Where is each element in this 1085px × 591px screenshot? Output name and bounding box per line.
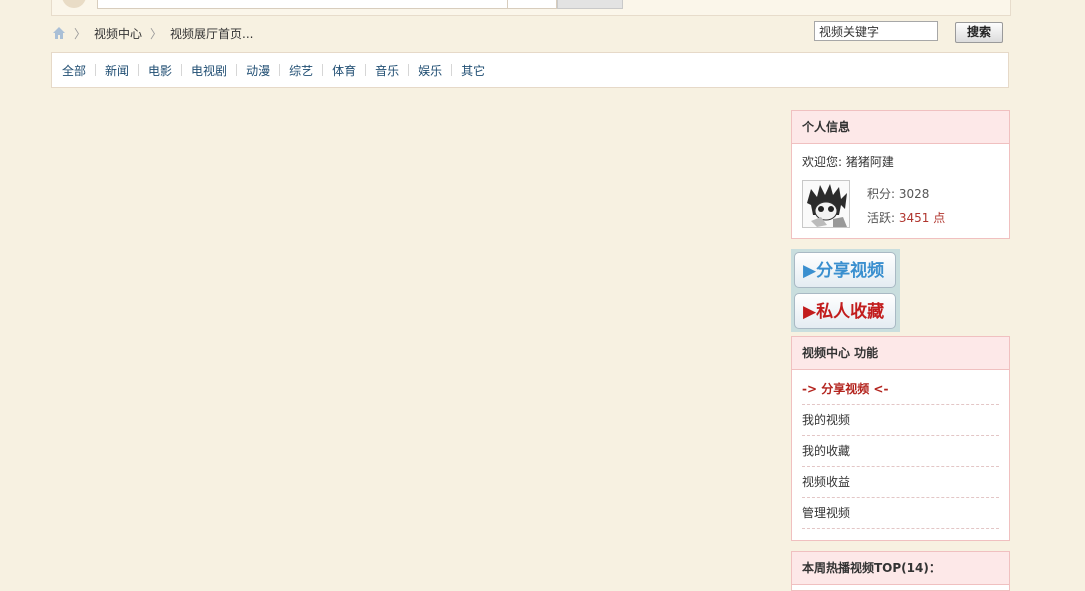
breadcrumb: 〉 视频中心 〉 视频展厅首页... xyxy=(52,24,254,42)
category-divider xyxy=(451,64,453,76)
function-my-favorites[interactable]: 我的收藏 xyxy=(802,436,999,467)
avatar[interactable] xyxy=(802,180,850,228)
search-button[interactable]: 搜索 xyxy=(955,22,1003,43)
top-videos-panel: 本周热播视频TOP(14)： xyxy=(791,551,1010,591)
category-tv-series[interactable]: 电视剧 xyxy=(191,62,227,79)
activity-label: 活跃: xyxy=(867,211,899,225)
category-entertainment[interactable]: 娱乐 xyxy=(418,62,442,79)
breadcrumb-separator: 〉 xyxy=(74,26,87,41)
top-header-strip xyxy=(51,0,1011,16)
category-other[interactable]: 其它 xyxy=(461,62,485,79)
home-icon[interactable] xyxy=(52,26,66,40)
action-buttons: ▶分享视频 ▶私人收藏 xyxy=(791,249,900,332)
category-sports[interactable]: 体育 xyxy=(332,62,356,79)
category-anime[interactable]: 动漫 xyxy=(246,62,270,79)
points-label: 积分: xyxy=(867,187,899,201)
profile-panel-title: 个人信息 xyxy=(792,111,1009,144)
function-manage-videos[interactable]: 管理视频 xyxy=(802,498,999,529)
category-divider xyxy=(95,64,97,76)
search-input[interactable] xyxy=(814,21,938,41)
category-nav: 全部 新闻 电影 电视剧 动漫 综艺 体育 音乐 娱乐 其它 xyxy=(51,52,1009,88)
functions-panel: 视频中心 功能 -> 分享视频 <- 我的视频 我的收藏 视频收益 管理视频 xyxy=(791,336,1010,541)
welcome-text: 欢迎您: 猪猪阿建 xyxy=(802,155,894,169)
top-search-scope[interactable] xyxy=(507,0,557,9)
category-movies[interactable]: 电影 xyxy=(148,62,172,79)
activity-stat: 活跃: 3451 点 xyxy=(867,209,945,226)
category-divider xyxy=(181,64,183,76)
points-value: 3028 xyxy=(898,187,930,201)
top-search-button[interactable] xyxy=(557,0,623,9)
breadcrumb-item-gallery-home[interactable]: 视频展厅首页... xyxy=(170,25,253,42)
share-video-button[interactable]: ▶分享视频 xyxy=(794,252,896,288)
category-variety[interactable]: 综艺 xyxy=(289,62,313,79)
logo-icon xyxy=(62,0,86,8)
profile-panel: 个人信息 欢迎您: 猪猪阿建 积分: 3028 活跃: 3451 点 xyxy=(791,110,1010,239)
private-favorites-button[interactable]: ▶私人收藏 xyxy=(794,293,896,329)
activity-value: 3451 点 xyxy=(898,211,946,225)
function-video-earnings[interactable]: 视频收益 xyxy=(802,467,999,498)
points-stat: 积分: 3028 xyxy=(867,185,929,202)
category-divider xyxy=(408,64,410,76)
category-all[interactable]: 全部 xyxy=(62,62,86,79)
top-search-field[interactable] xyxy=(97,0,509,9)
breadcrumb-item-video-center[interactable]: 视频中心 xyxy=(94,25,142,42)
category-divider xyxy=(365,64,367,76)
function-share-video[interactable]: -> 分享视频 <- xyxy=(802,370,999,405)
functions-list: -> 分享视频 <- 我的视频 我的收藏 视频收益 管理视频 xyxy=(792,370,1009,529)
category-divider xyxy=(322,64,324,76)
top-videos-panel-title: 本周热播视频TOP(14)： xyxy=(792,552,1009,585)
category-divider xyxy=(279,64,281,76)
category-divider xyxy=(236,64,238,76)
category-news[interactable]: 新闻 xyxy=(105,62,129,79)
category-music[interactable]: 音乐 xyxy=(375,62,399,79)
function-my-videos[interactable]: 我的视频 xyxy=(802,405,999,436)
functions-panel-title: 视频中心 功能 xyxy=(792,337,1009,370)
category-divider xyxy=(138,64,140,76)
breadcrumb-separator: 〉 xyxy=(150,26,163,41)
